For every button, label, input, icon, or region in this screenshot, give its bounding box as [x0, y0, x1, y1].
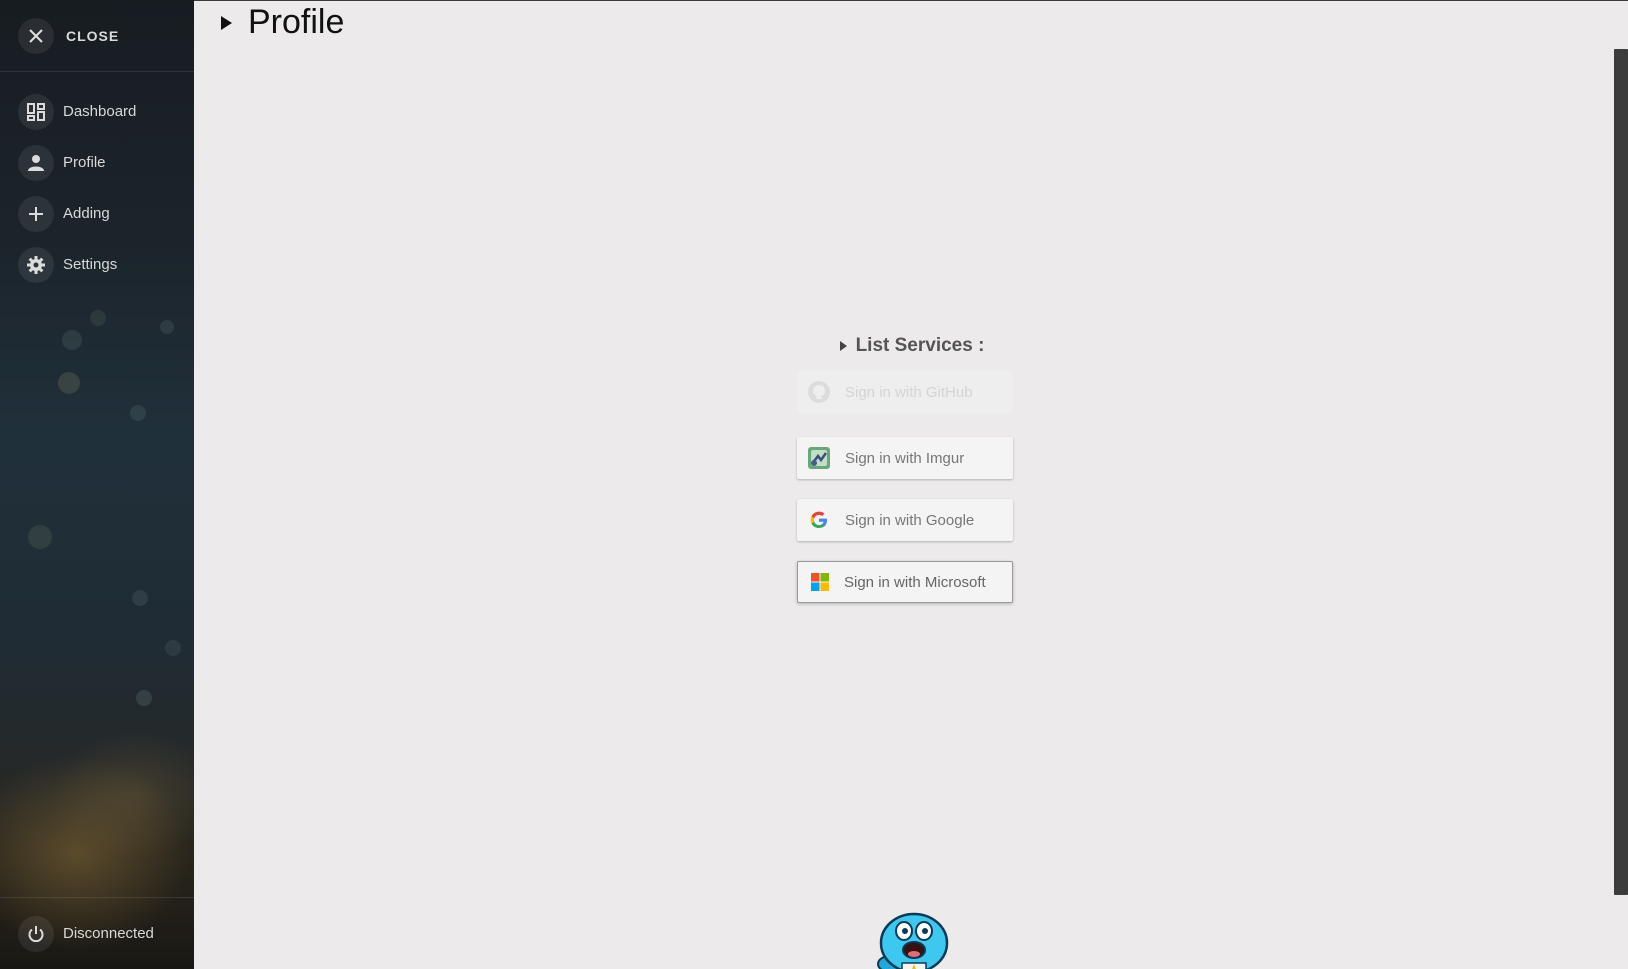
sidebar: CLOSE Dashboard Profile Adding Settings … — [0, 0, 194, 969]
page-title: Profile — [248, 3, 345, 41]
github-signin-label: Sign in with GitHub — [845, 383, 973, 401]
main-content: Profile List Services : Sign in with Git… — [194, 0, 1628, 969]
power-icon — [18, 915, 54, 952]
close-label: CLOSE — [66, 27, 120, 44]
bokeh-decoration — [160, 320, 174, 334]
sidebar-item-settings[interactable]: Settings — [0, 239, 194, 290]
github-signin-button[interactable]: Sign in with GitHub — [797, 371, 1013, 413]
page-header: Profile — [221, 3, 344, 42]
google-signin-button[interactable]: Sign in with Google — [797, 499, 1013, 541]
bokeh-decoration — [165, 640, 181, 656]
sidebar-item-label: Settings — [63, 256, 118, 273]
bokeh-decoration — [90, 310, 106, 326]
plus-icon — [18, 195, 54, 232]
mascot-image — [874, 909, 950, 969]
imgur-icon — [807, 446, 831, 470]
scrollbar[interactable] — [1614, 49, 1628, 895]
close-button[interactable]: CLOSE — [0, 0, 194, 72]
bokeh-decoration — [58, 372, 80, 394]
sidebar-item-label: Adding — [63, 205, 110, 222]
connection-status-button[interactable]: Disconnected — [0, 897, 194, 969]
sidebar-item-adding[interactable]: Adding — [0, 188, 194, 239]
microsoft-icon — [808, 570, 832, 594]
services-title: List Services : — [855, 335, 985, 356]
bokeh-decoration — [136, 690, 152, 706]
person-icon — [18, 144, 54, 181]
imgur-signin-button[interactable]: Sign in with Imgur — [797, 437, 1013, 479]
caret-right-icon — [839, 341, 847, 351]
sidebar-item-profile[interactable]: Profile — [0, 137, 194, 188]
bokeh-decoration — [28, 525, 52, 549]
imgur-signin-label: Sign in with Imgur — [845, 449, 965, 467]
gear-icon — [18, 246, 54, 283]
bokeh-decoration — [132, 590, 148, 606]
dashboard-icon — [18, 93, 54, 130]
google-signin-label: Sign in with Google — [845, 511, 975, 529]
sidebar-nav: Dashboard Profile Adding Settings — [0, 86, 194, 290]
github-icon — [807, 380, 831, 404]
sidebar-item-dashboard[interactable]: Dashboard — [0, 86, 194, 137]
microsoft-signin-label: Sign in with Microsoft — [844, 573, 986, 591]
services-header: List Services : — [811, 331, 1013, 361]
services-panel: List Services : Sign in with GitHub Sign… — [797, 331, 1013, 603]
sidebar-item-label: Profile — [63, 154, 106, 171]
microsoft-signin-button[interactable]: Sign in with Microsoft — [797, 561, 1013, 603]
close-icon — [18, 17, 54, 54]
caret-right-icon — [221, 15, 232, 30]
bokeh-decoration — [62, 330, 82, 350]
google-icon — [807, 508, 831, 532]
sidebar-item-label: Dashboard — [63, 103, 137, 120]
connection-status-label: Disconnected — [63, 925, 154, 942]
bokeh-decoration — [130, 405, 146, 421]
